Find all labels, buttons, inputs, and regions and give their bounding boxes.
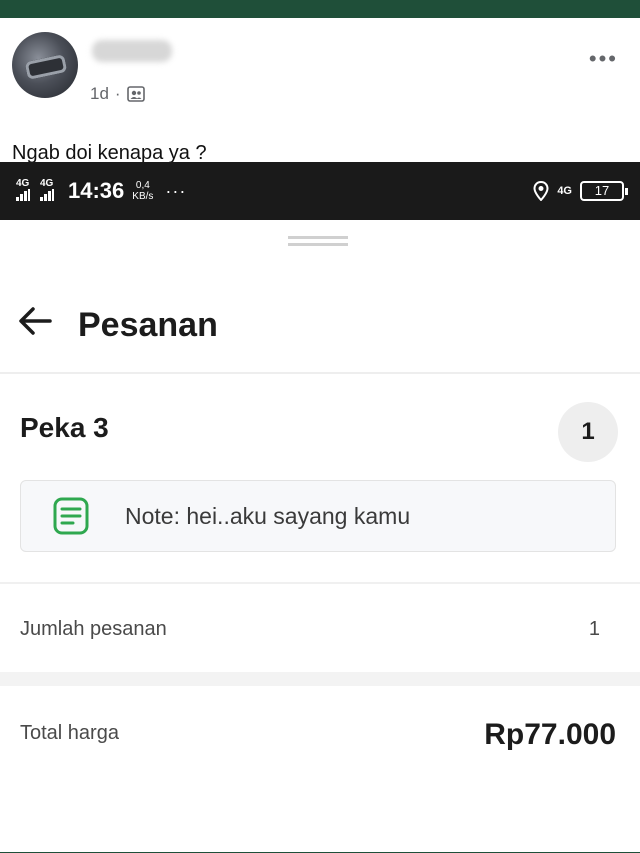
signal-bars-icon	[16, 188, 30, 201]
location-icon	[533, 181, 549, 201]
total-price-label: Total harga	[20, 722, 119, 744]
speed-value: 0,4	[135, 180, 150, 191]
meta-separator: ·	[114, 84, 121, 103]
post-meta: 1d ·	[90, 84, 145, 104]
note-text: Note: hei..aku sayang kamu	[125, 502, 411, 529]
order-sheet: Pesanan Peka 3 1 Note: hei..aku sayang k…	[0, 220, 640, 852]
arrow-left-icon[interactable]	[18, 306, 52, 336]
order-note: Note: hei..aku sayang kamu	[20, 480, 616, 552]
facebook-post: 1d · ••• Ngab doi kenapa ya ? 4G 4G 14:3…	[0, 18, 640, 852]
note-icon	[53, 497, 89, 535]
status-overflow-dots: ···	[165, 180, 187, 201]
item-name: Peka 3	[20, 412, 109, 443]
signal-indicator-1: 4G	[16, 178, 34, 204]
poster-name-blurred[interactable]	[92, 40, 172, 62]
section-divider	[0, 672, 640, 686]
status-time: 14:36	[68, 178, 125, 203]
network-speed: 0,4 KB/s	[132, 180, 153, 202]
avatar[interactable]	[12, 32, 78, 98]
order-count-label: Jumlah pesanan	[20, 618, 167, 640]
app-header: Pesanan	[0, 276, 640, 374]
order-count-value: 1	[588, 618, 600, 640]
page-title: Pesanan	[78, 306, 218, 344]
signal-indicator-2: 4G	[40, 178, 58, 204]
item-quantity-badge: 1	[558, 402, 618, 462]
section-divider	[0, 582, 640, 584]
friends-icon	[126, 86, 145, 102]
battery-indicator: 17	[580, 181, 628, 201]
phone-status-bar: 4G 4G 14:36 0,4 KB/s ··· 4G 17	[0, 162, 640, 220]
network-type: 4G	[557, 185, 572, 197]
signal-bars-icon	[40, 188, 54, 201]
total-price-value: Rp77.000	[484, 718, 616, 751]
speed-unit: KB/s	[132, 191, 154, 202]
image-frame: 1d · ••• Ngab doi kenapa ya ? 4G 4G 14:3…	[0, 0, 640, 853]
more-horizontal-icon[interactable]: •••	[589, 48, 618, 70]
status-right-group: 4G 17	[533, 181, 628, 201]
sheet-drag-handle[interactable]	[288, 236, 348, 246]
post-time[interactable]: 1d	[90, 84, 109, 104]
